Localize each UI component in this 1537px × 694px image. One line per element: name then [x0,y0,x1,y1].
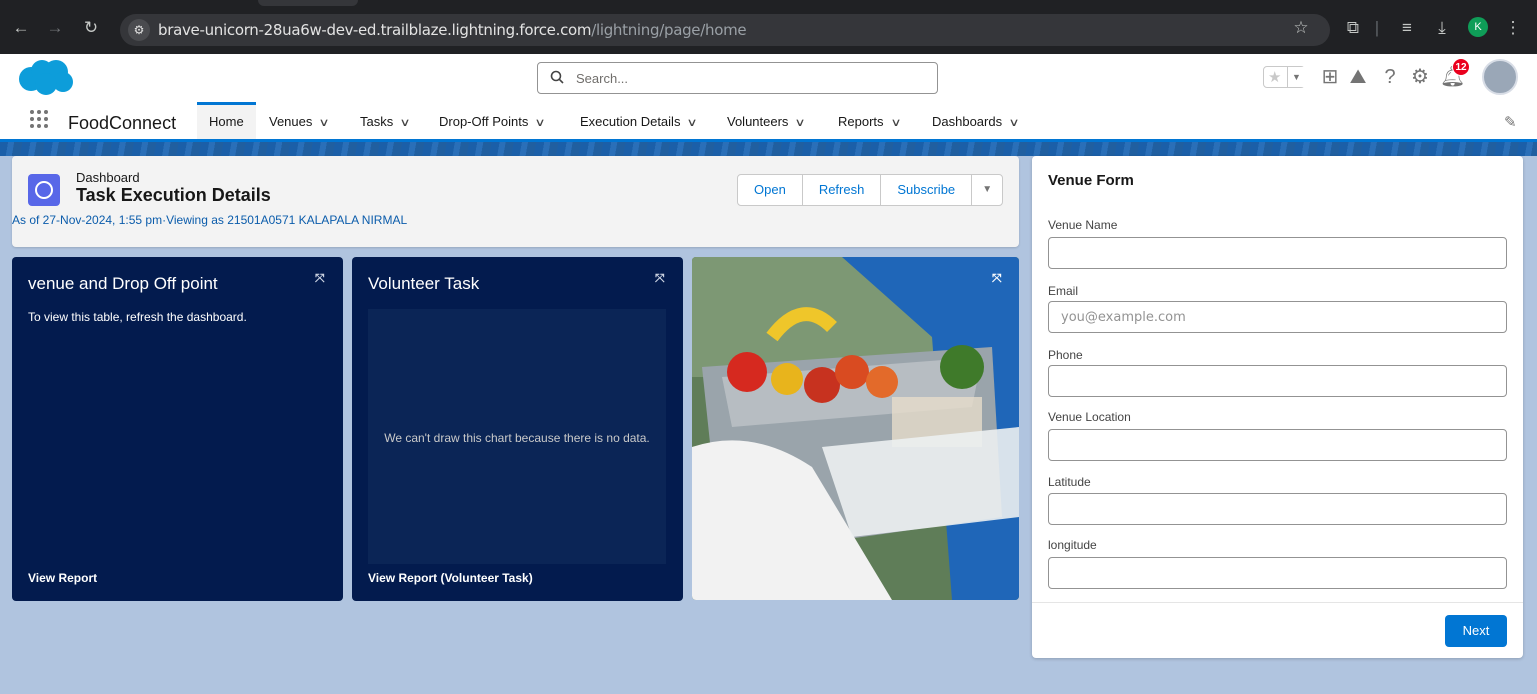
search-icon [550,70,564,84]
download-icon[interactable]: ⤓ [1431,18,1453,38]
toolbar-divider: | [1374,18,1380,37]
nav-tab-reports[interactable]: Reports ∨ [838,102,901,139]
nav-tab-dashboards[interactable]: Dashboards ∨ [932,102,1020,139]
nav-tab-home[interactable]: Home [197,102,256,139]
nav-tab-venues[interactable]: Venues ∨ [269,102,330,139]
no-data-message: We can't draw this chart because there i… [384,431,650,445]
favorites-dropdown-icon[interactable]: ▼ [1287,67,1305,87]
nav-tab-execution-details[interactable]: Execution Details ∨ [580,102,698,139]
chevron-down-icon[interactable]: ∨ [319,103,330,143]
chevron-down-icon[interactable]: ∨ [795,103,806,143]
longitude-input[interactable] [1048,557,1507,589]
reload-icon[interactable]: ↻ [80,18,102,38]
dashboard-gauge-icon [28,174,60,206]
setup-gear-icon[interactable]: ⚙ [1408,65,1432,89]
forward-icon[interactable]: → [44,18,66,38]
nav-tab-tasks[interactable]: Tasks ∨ [360,102,411,139]
browser-tab-edge [258,0,358,6]
trailhead-icon[interactable]: ⛰ [1346,65,1370,89]
chart-placeholder: We can't draw this chart because there i… [368,309,666,564]
dashboard-title[interactable]: Task Execution Details [76,185,271,206]
salesforce-logo[interactable] [16,57,74,97]
dashboard-header: Dashboard Task Execution Details As of 2… [12,156,1019,247]
form-footer-divider [1032,602,1523,603]
site-settings-icon[interactable]: ⚙ [128,19,150,41]
expand-icon[interactable]: ⤧ [655,271,669,285]
star-icon: ★ [1268,69,1282,86]
chevron-down-icon[interactable]: ∨ [687,103,698,143]
panel-title: Volunteer Task [368,274,480,293]
venue-location-input[interactable] [1048,429,1507,461]
subscribe-button[interactable]: Subscribe [880,174,973,206]
favorites-button[interactable]: ★ ▼ [1263,66,1305,88]
bookmark-star-icon[interactable]: ☆ [1290,18,1312,38]
app-launcher-icon[interactable] [30,110,48,128]
nav-tab-volunteers[interactable]: Volunteers ∨ [727,102,806,139]
global-search-input[interactable]: Search... [537,62,938,94]
user-avatar[interactable] [1482,59,1518,95]
venue-name-input[interactable] [1048,237,1507,269]
chevron-down-icon[interactable]: ∨ [1008,103,1019,143]
chevron-down-icon[interactable]: ∨ [535,103,546,143]
view-report-link[interactable]: View Report [28,571,97,585]
refresh-button[interactable]: Refresh [801,174,882,206]
dashboard-button-group: Open Refresh Subscribe ▼ [737,174,1004,206]
venue-name-label: Venue Name [1048,218,1118,232]
latitude-label: Latitude [1048,475,1091,489]
email-input[interactable]: you@example.com [1048,301,1507,333]
notification-badge: 12 [1452,58,1470,76]
media-control-icon[interactable]: ≡ [1396,18,1418,38]
longitude-label: longitude [1048,538,1097,552]
app-name: FoodConnect [68,113,177,133]
extensions-icon[interactable]: ⧉ [1342,18,1364,38]
help-icon[interactable]: ? [1378,65,1402,89]
next-button[interactable]: Next [1445,615,1507,647]
food-donation-image: ⤧ [692,257,1019,600]
chevron-down-icon[interactable]: ∨ [890,103,901,143]
open-button[interactable]: Open [737,174,803,206]
more-actions-dropdown-icon[interactable]: ▼ [971,174,1004,206]
venue-location-label: Venue Location [1048,410,1131,424]
browser-menu-icon[interactable]: ⋮ [1502,18,1524,38]
venue-form-title: Venue Form [1048,172,1134,189]
expand-icon[interactable]: ⤧ [315,271,329,285]
venue-form-card: Venue Form Venue Name Email you@example.… [1032,156,1523,658]
search-placeholder: Search... [576,71,629,86]
chevron-down-icon[interactable]: ∨ [400,103,411,143]
global-actions-icon[interactable]: ⊞ [1318,65,1342,89]
address-bar[interactable]: ⚙ brave-unicorn-28ua6w-dev-ed.trailblaze… [120,14,1330,46]
back-icon[interactable]: ← [10,18,32,38]
email-label: Email [1048,284,1079,298]
url-text[interactable]: brave-unicorn-28ua6w-dev-ed.trailblaze.l… [158,21,747,39]
page-banner [0,142,1537,156]
dashboard-as-of: As of 27-Nov-2024, 1:55 pm·Viewing as 21… [12,213,408,227]
nav-tab-drop-off-points[interactable]: Drop-Off Points ∨ [439,102,546,139]
dashboard-panel-venue: venue and Drop Off point ⤧ To view this … [12,257,343,601]
dashboard-panel-volunteer-task: Volunteer Task ⤧ We can't draw this char… [352,257,683,601]
expand-icon[interactable]: ⤧ [992,271,1006,285]
phone-input[interactable] [1048,365,1507,397]
edit-nav-pencil-icon[interactable]: ✎ [1504,113,1517,131]
phone-label: Phone [1048,348,1083,362]
profile-avatar[interactable]: K [1468,17,1488,37]
panel-title: venue and Drop Off point [28,274,218,293]
panel-message: To view this table, refresh the dashboar… [28,310,247,324]
dashboard-type-label: Dashboard [76,170,140,185]
latitude-input[interactable] [1048,493,1507,525]
view-report-link[interactable]: View Report (Volunteer Task) [368,571,533,585]
